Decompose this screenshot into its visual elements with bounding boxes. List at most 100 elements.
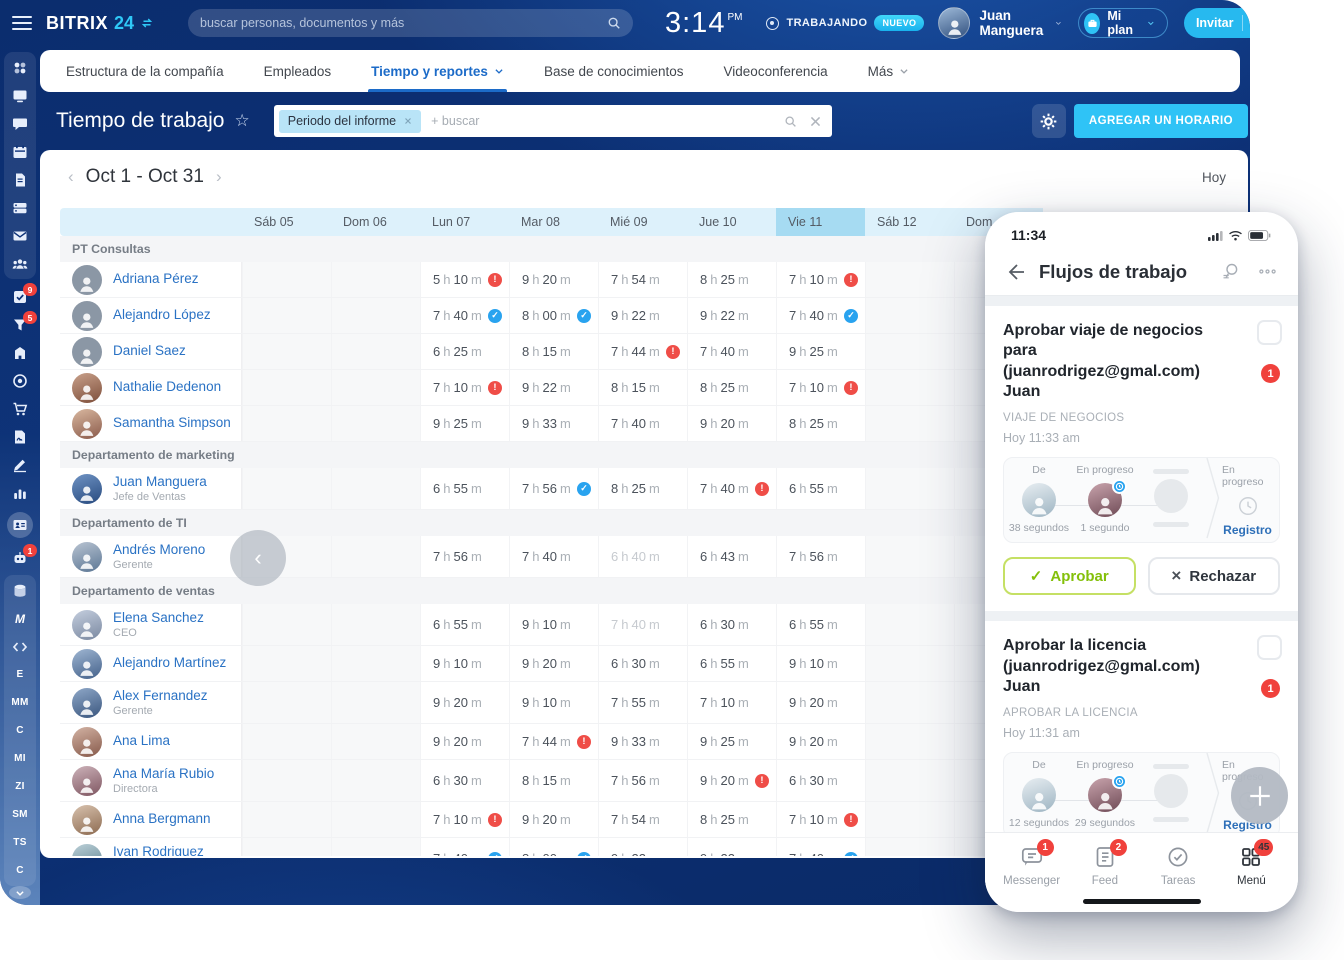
time-cell[interactable]: 9h25m xyxy=(776,334,865,369)
time-cell[interactable] xyxy=(865,682,954,723)
time-cell[interactable] xyxy=(331,838,420,856)
time-cell[interactable]: 8h25m xyxy=(598,468,687,509)
bitrix24-logo[interactable]: BITRIX 24 xyxy=(46,13,174,34)
sidebar-building-icon[interactable] xyxy=(11,344,29,361)
time-cell[interactable]: 8h25m xyxy=(687,262,776,297)
time-cell[interactable] xyxy=(242,298,331,333)
tab-m-s[interactable]: Más xyxy=(868,50,910,92)
sidebar-team-icon[interactable] xyxy=(11,255,29,272)
search-icon[interactable] xyxy=(784,115,797,128)
sidebar-app-mi[interactable]: MI xyxy=(11,750,29,767)
time-cell[interactable]: 8h00m✓ xyxy=(509,838,598,856)
time-cell[interactable]: 7h56m xyxy=(420,536,509,577)
time-cell[interactable] xyxy=(242,802,331,837)
sidebar-tasks-icon[interactable]: 9 xyxy=(11,288,29,305)
time-cell[interactable] xyxy=(242,262,331,297)
sidebar-calendar-icon[interactable] xyxy=(11,143,29,160)
time-cell[interactable] xyxy=(242,370,331,405)
time-cell[interactable]: 6h43m xyxy=(687,536,776,577)
sidebar-app-c[interactable]: C xyxy=(11,862,29,879)
time-cell[interactable] xyxy=(331,406,420,441)
time-cell[interactable]: 9h20m xyxy=(420,682,509,723)
sidebar-robot-icon[interactable]: 1 xyxy=(11,549,29,566)
day-column-header[interactable]: Dom 06 xyxy=(331,208,420,236)
time-cell[interactable] xyxy=(865,802,954,837)
settings-button[interactable] xyxy=(1032,104,1066,138)
time-cell[interactable]: 7h54m xyxy=(598,262,687,297)
sidebar-contact-card-icon[interactable] xyxy=(7,512,33,538)
time-cell[interactable]: 7h56m xyxy=(598,760,687,801)
sidebar-cart-icon[interactable] xyxy=(11,400,29,417)
tab-base-de-conocimientos[interactable]: Base de conocimientos xyxy=(544,50,684,92)
reject-button[interactable]: ×Rechazar xyxy=(1148,557,1281,595)
phone-nav-men[interactable]: 45Menú xyxy=(1219,845,1283,912)
employee-cell[interactable]: Ana María RubioDirectora xyxy=(60,760,242,801)
sidebar-chat-icon[interactable] xyxy=(11,115,29,132)
tab-estructura-de-la-compa-a[interactable]: Estructura de la compañía xyxy=(66,50,224,92)
time-cell[interactable]: 7h55m xyxy=(598,682,687,723)
time-cell[interactable]: 7h40m✓ xyxy=(776,838,865,856)
time-cell[interactable]: 9h20m xyxy=(687,406,776,441)
sidebar-monitor-icon[interactable] xyxy=(11,87,29,104)
time-cell[interactable] xyxy=(865,298,954,333)
filter-bar[interactable]: Periodo del informe + buscar xyxy=(274,105,832,137)
time-cell[interactable] xyxy=(331,802,420,837)
time-cell[interactable]: 9h22m xyxy=(687,838,776,856)
employee-name-link[interactable]: Nathalie Dedenon xyxy=(113,379,221,396)
time-cell[interactable]: 9h10m xyxy=(776,646,865,681)
time-cell[interactable] xyxy=(331,646,420,681)
day-column-header[interactable]: Mar 08 xyxy=(509,208,598,236)
time-cell[interactable] xyxy=(865,468,954,509)
time-cell[interactable]: 6h55m xyxy=(420,604,509,645)
time-cell[interactable] xyxy=(331,298,420,333)
employee-cell[interactable]: Alex FernandezGerente xyxy=(60,682,242,723)
sidebar-app-zi[interactable]: ZI xyxy=(11,778,29,795)
log-link[interactable]: Registro xyxy=(1223,523,1272,537)
employee-cell[interactable]: Juan MangueraJefe de Ventas xyxy=(60,468,242,509)
time-cell[interactable]: 9h10m xyxy=(509,682,598,723)
sidebar-funnel-icon[interactable]: 5 xyxy=(11,316,29,333)
time-cell[interactable]: 8h15m xyxy=(509,334,598,369)
employee-cell[interactable]: Alejandro Martínez xyxy=(60,646,242,681)
day-column-header[interactable]: Sáb 05 xyxy=(242,208,331,236)
time-cell[interactable]: 7h10m! xyxy=(420,370,509,405)
sidebar-sign-doc-icon[interactable] xyxy=(11,428,29,445)
time-cell[interactable] xyxy=(242,604,331,645)
time-cell[interactable] xyxy=(865,760,954,801)
time-cell[interactable] xyxy=(865,724,954,759)
filter-chip[interactable]: Periodo del informe xyxy=(279,110,421,133)
time-cell[interactable]: 8h15m xyxy=(598,370,687,405)
search-icon[interactable] xyxy=(607,16,621,30)
my-plan-button[interactable]: Mi plan xyxy=(1078,8,1168,38)
sidebar-app-sm[interactable]: SM xyxy=(11,806,29,823)
time-cell[interactable]: 6h30m xyxy=(687,604,776,645)
time-cell[interactable] xyxy=(331,724,420,759)
time-cell[interactable]: 9h20m xyxy=(776,682,865,723)
time-cell[interactable] xyxy=(865,406,954,441)
time-cell[interactable]: 9h33m xyxy=(598,724,687,759)
time-cell[interactable]: 9h20m xyxy=(776,724,865,759)
approve-button[interactable]: ✓Aprobar xyxy=(1003,557,1136,595)
time-cell[interactable]: 7h40m xyxy=(509,536,598,577)
add-fab-button[interactable] xyxy=(1231,767,1288,824)
time-cell[interactable] xyxy=(331,262,420,297)
sidebar-app-ts[interactable]: TS xyxy=(11,834,29,851)
time-cell[interactable] xyxy=(865,370,954,405)
employee-cell[interactable]: Anna Bergmann xyxy=(60,802,242,837)
time-cell[interactable] xyxy=(331,468,420,509)
global-search-input[interactable]: buscar personas, documentos y más xyxy=(188,9,633,37)
time-cell[interactable]: 7h40m xyxy=(687,334,776,369)
time-cell[interactable]: 7h54m xyxy=(598,802,687,837)
employee-cell[interactable]: Ivan RodriguezDirector, Gerente xyxy=(60,838,242,856)
time-cell[interactable]: 9h25m xyxy=(420,406,509,441)
invite-button[interactable]: Invitar xyxy=(1184,8,1250,38)
favorite-star-icon[interactable]: ☆ xyxy=(234,111,249,131)
collapse-employees-handle[interactable]: ‹ xyxy=(230,530,286,586)
day-column-header[interactable]: Jue 10 xyxy=(687,208,776,236)
time-cell[interactable]: 7h56m xyxy=(776,536,865,577)
time-cell[interactable] xyxy=(242,406,331,441)
time-cell[interactable]: 6h55m xyxy=(687,646,776,681)
tab-videoconferencia[interactable]: Videoconferencia xyxy=(724,50,828,92)
workflow-checkbox[interactable] xyxy=(1257,320,1282,345)
day-column-header[interactable]: Vie 11 xyxy=(776,208,865,236)
